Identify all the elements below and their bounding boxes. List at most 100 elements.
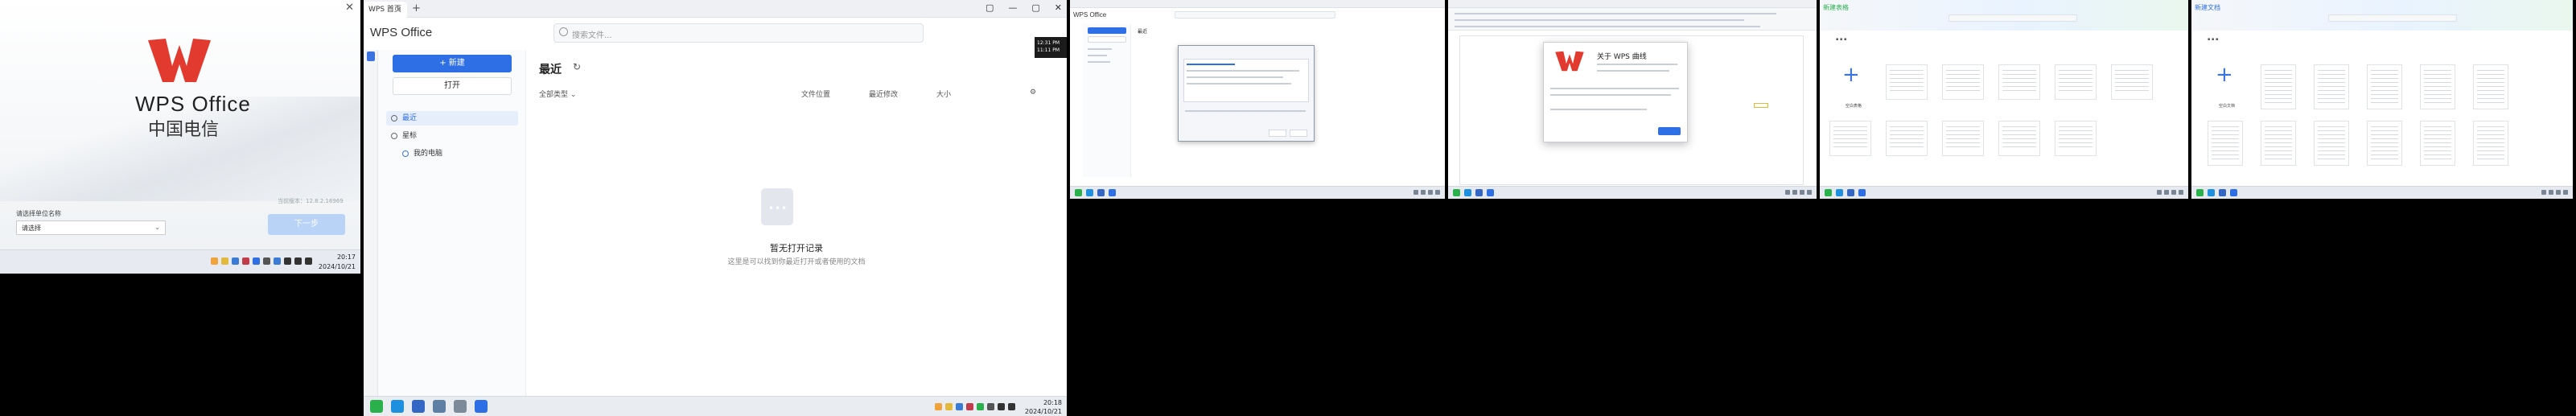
tray-icon[interactable] bbox=[2157, 190, 2162, 195]
refresh-icon[interactable]: ↻ bbox=[573, 61, 581, 72]
tray-icon[interactable] bbox=[935, 403, 942, 410]
app-icon[interactable] bbox=[1847, 189, 1854, 196]
tray-icon[interactable] bbox=[274, 257, 281, 265]
template-card[interactable] bbox=[2473, 121, 2508, 166]
ok-button[interactable] bbox=[1269, 130, 1286, 137]
close-icon[interactable]: ✕ bbox=[345, 2, 354, 14]
sidebar-item-my-computer[interactable]: 我的电脑 bbox=[386, 146, 518, 161]
app-icon[interactable] bbox=[1825, 189, 1832, 196]
template-card[interactable] bbox=[2473, 64, 2508, 109]
list-item[interactable] bbox=[1187, 64, 1235, 65]
template-card[interactable] bbox=[2208, 121, 2243, 166]
app-icon[interactable] bbox=[1086, 189, 1093, 196]
edge-icon[interactable] bbox=[391, 400, 404, 413]
template-card[interactable] bbox=[2314, 64, 2349, 109]
template-card[interactable] bbox=[1886, 64, 1928, 100]
add-icon[interactable]: + bbox=[2216, 63, 2233, 87]
tray-icon[interactable] bbox=[2179, 190, 2183, 195]
tray-icon[interactable] bbox=[1435, 190, 1440, 195]
add-icon[interactable]: + bbox=[1842, 63, 1860, 87]
wps-icon[interactable] bbox=[475, 400, 488, 413]
minimize-icon[interactable]: — bbox=[1008, 2, 1017, 13]
template-card[interactable] bbox=[2367, 121, 2402, 166]
taskbar-clock[interactable]: 20:17 2024/10/21 bbox=[319, 253, 356, 272]
template-card[interactable] bbox=[1886, 121, 1928, 156]
tray-icon[interactable] bbox=[1428, 190, 1433, 195]
template-card[interactable] bbox=[1942, 64, 1984, 100]
tray-icon[interactable] bbox=[1792, 190, 1797, 195]
tray-icon[interactable] bbox=[987, 403, 994, 410]
tray-icon[interactable] bbox=[294, 257, 302, 265]
app-icon[interactable] bbox=[1109, 189, 1116, 196]
dialog-list[interactable] bbox=[1183, 59, 1309, 102]
app-icon[interactable] bbox=[412, 400, 425, 413]
template-card[interactable] bbox=[1998, 121, 2040, 156]
new-button[interactable] bbox=[1088, 27, 1126, 34]
template-card[interactable] bbox=[2055, 64, 2097, 100]
app-icon[interactable] bbox=[2219, 189, 2226, 196]
open-button[interactable]: 打开 bbox=[393, 77, 512, 95]
tab-wps-home[interactable]: WPS 首页 × bbox=[364, 2, 407, 18]
maximize-icon[interactable]: ▢ bbox=[1031, 2, 1039, 13]
template-card[interactable] bbox=[1998, 64, 2040, 100]
unit-select[interactable]: 请选择 ⌄ bbox=[16, 220, 166, 235]
tray-icon[interactable] bbox=[1414, 190, 1418, 195]
sidebar-item-starred[interactable]: 星标 bbox=[386, 129, 518, 143]
wechat-icon[interactable] bbox=[370, 400, 383, 413]
app-icon[interactable] bbox=[433, 400, 446, 413]
tray-icon[interactable] bbox=[966, 403, 973, 410]
app-icon[interactable] bbox=[1453, 189, 1460, 196]
tray-icon[interactable] bbox=[305, 257, 312, 265]
template-card[interactable] bbox=[1829, 121, 1871, 156]
search-input[interactable]: 搜索文件... bbox=[553, 23, 924, 43]
tray-icon[interactable] bbox=[221, 257, 228, 265]
document-icon[interactable] bbox=[367, 51, 375, 61]
template-card[interactable] bbox=[2420, 121, 2455, 166]
app-icon[interactable] bbox=[1097, 189, 1105, 196]
tray-icon[interactable] bbox=[253, 257, 260, 265]
tray-icon[interactable] bbox=[1008, 403, 1015, 410]
tray-icon[interactable] bbox=[998, 403, 1005, 410]
tray-icon[interactable] bbox=[242, 257, 249, 265]
tray-icon[interactable] bbox=[1807, 190, 1812, 195]
new-button[interactable]: + 新建 bbox=[393, 55, 512, 72]
filter-type-dropdown[interactable]: 全部类型 ⌄ bbox=[539, 89, 576, 99]
taskbar-clock[interactable]: 20:18 2024/10/21 bbox=[1025, 398, 1062, 416]
template-card[interactable] bbox=[2420, 64, 2455, 109]
close-icon[interactable]: ✕ bbox=[1055, 2, 1062, 13]
template-card[interactable] bbox=[1942, 121, 1984, 156]
template-card[interactable] bbox=[2055, 121, 2097, 156]
tray-icon[interactable] bbox=[956, 403, 963, 410]
list-item[interactable] bbox=[1187, 70, 1299, 72]
tray-icon[interactable] bbox=[2549, 190, 2553, 195]
template-card[interactable] bbox=[2367, 64, 2402, 109]
tray-icon[interactable] bbox=[1421, 190, 1426, 195]
tray-icon[interactable] bbox=[284, 257, 291, 265]
app-icon[interactable] bbox=[1475, 189, 1483, 196]
app-icon[interactable] bbox=[2208, 189, 2215, 196]
tray-icon[interactable] bbox=[211, 257, 218, 265]
app-icon[interactable] bbox=[2196, 189, 2204, 196]
app-icon[interactable] bbox=[1487, 189, 1494, 196]
tray-icon[interactable] bbox=[2556, 190, 2561, 195]
app-icon[interactable] bbox=[1464, 189, 1471, 196]
app-icon[interactable] bbox=[2230, 189, 2237, 196]
close-icon[interactable]: × bbox=[396, 2, 402, 18]
ok-button[interactable] bbox=[1658, 127, 1681, 135]
template-card[interactable] bbox=[2314, 121, 2349, 166]
tray-icon[interactable] bbox=[263, 257, 270, 265]
tray-icon[interactable] bbox=[232, 257, 239, 265]
tray-icon[interactable] bbox=[945, 403, 953, 410]
list-item[interactable] bbox=[1187, 83, 1291, 84]
search-input[interactable] bbox=[2328, 14, 2457, 22]
tray-icon[interactable] bbox=[2171, 190, 2176, 195]
tray-icon[interactable] bbox=[2563, 190, 2568, 195]
search-input[interactable] bbox=[1948, 14, 2077, 22]
category-chip[interactable]: ▪ ▪ ▪ bbox=[2208, 37, 2218, 43]
tray-icon[interactable] bbox=[1800, 190, 1804, 195]
app-icon[interactable] bbox=[454, 400, 467, 413]
sidebar-item-recent[interactable]: 最近 bbox=[386, 111, 518, 126]
list-item[interactable] bbox=[1187, 76, 1283, 78]
app-icon[interactable] bbox=[1836, 189, 1843, 196]
app-icon[interactable] bbox=[1075, 189, 1082, 196]
